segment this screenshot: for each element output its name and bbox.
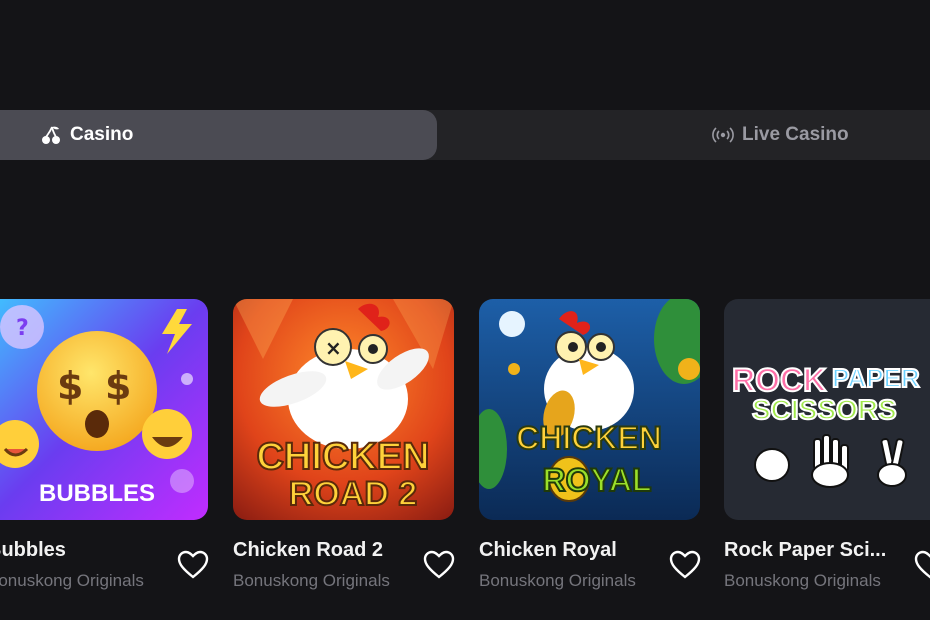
game-thumbnail[interactable]: ? $ $ BUBBLES	[0, 299, 208, 520]
tab-live-casino[interactable]: Live Casino	[712, 110, 849, 160]
game-card-chicken-road-2[interactable]: × CHICKEN ROAD 2 Chicken Road 2 Bonuskon…	[233, 299, 455, 590]
game-thumbnail[interactable]: ROCK PAPER SCISSORS	[724, 299, 930, 520]
chicken-road-art-title: CHICKEN	[256, 436, 429, 478]
game-title[interactable]: Bubbles	[0, 539, 177, 562]
casino-page: Casino Live Casino ? $ $ BUBBLES ubbles …	[0, 0, 930, 620]
game-provider: Bonuskong Originals	[479, 571, 636, 590]
rps-art-word-1: ROCK	[732, 362, 826, 398]
game-title[interactable]: Rock Paper Sci...	[724, 539, 914, 562]
chicken-road-art-subtitle: ROAD 2	[289, 475, 417, 513]
game-title[interactable]: Chicken Royal	[479, 539, 669, 562]
game-thumbnail[interactable]: CHICKEN ROYAL	[479, 299, 700, 520]
game-card-bubbles[interactable]: ? $ $ BUBBLES Bubbles Bonuskong Original…	[0, 299, 209, 590]
favorite-heart-icon[interactable]	[913, 549, 930, 581]
bubbles-art-text: BUBBLES	[39, 480, 155, 507]
tab-casino[interactable]: Casino	[0, 110, 437, 160]
game-provider: Bonuskong Originals	[724, 571, 881, 590]
chicken-royal-art-subtitle: ROYAL	[542, 462, 651, 498]
game-provider: Bonuskong Originals	[0, 571, 144, 590]
game-thumbnail[interactable]: × CHICKEN ROAD 2	[233, 299, 454, 520]
cherries-icon	[40, 124, 62, 146]
svg-text:×: ×	[325, 336, 342, 360]
game-card-rock-paper-scissors[interactable]: ROCK PAPER SCISSORS Rock Paper Sci... Bo…	[724, 299, 930, 590]
game-provider: Bonuskong Originals	[233, 571, 390, 590]
rps-art-word-3: SCISSORS	[752, 394, 897, 425]
game-title[interactable]: Chicken Road 2	[233, 539, 423, 562]
favorite-heart-icon[interactable]	[176, 549, 210, 581]
favorite-heart-icon[interactable]	[668, 549, 702, 581]
svg-text:$: $	[57, 364, 83, 408]
tab-live-casino-label: Live Casino	[742, 124, 849, 145]
rps-art-word-2: PAPER	[832, 363, 920, 393]
broadcast-icon	[712, 124, 734, 146]
favorite-heart-icon[interactable]	[422, 549, 456, 581]
svg-text:$: $	[105, 364, 131, 408]
chicken-royal-art-title: CHICKEN	[516, 420, 662, 456]
svg-text:?: ?	[16, 316, 29, 341]
game-card-chicken-royal[interactable]: CHICKEN ROYAL Chicken Royal Bonuskong Or…	[479, 299, 701, 590]
category-tabs: Casino Live Casino	[0, 110, 930, 160]
tab-casino-label: Casino	[70, 124, 134, 145]
